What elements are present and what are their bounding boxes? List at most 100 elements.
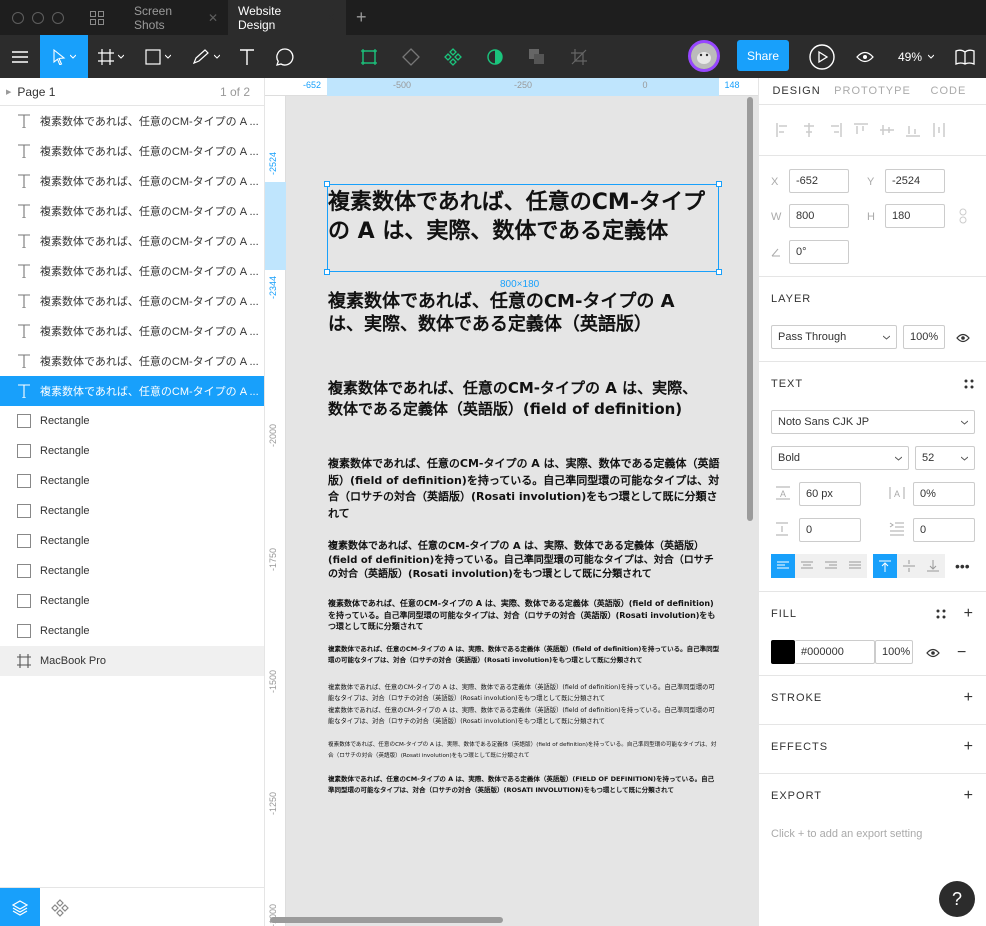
resize-handle[interactable]	[716, 269, 722, 275]
layer-row-rect[interactable]: Rectangle	[0, 406, 264, 436]
align-left-icon[interactable]	[773, 120, 793, 140]
text-layer-body[interactable]: 複素数体であれば、任意のCM-タイプの A は、実際、数体である定義体（英語版）…	[328, 705, 720, 727]
union-button[interactable]	[516, 35, 558, 78]
font-weight-select[interactable]: Bold	[771, 446, 909, 470]
vertical-align-top-button[interactable]	[873, 554, 897, 578]
layer-row-rect[interactable]: Rectangle	[0, 616, 264, 646]
text-styles-icon[interactable]	[964, 379, 974, 389]
boolean-button[interactable]	[390, 35, 432, 78]
tab-website-design[interactable]: Website Design ✕	[228, 0, 346, 35]
close-icon[interactable]: ✕	[326, 11, 336, 25]
remove-fill-minus-icon[interactable]: −	[957, 644, 966, 662]
vertical-align-middle-button[interactable]	[897, 554, 921, 578]
user-avatar[interactable]	[688, 40, 720, 72]
layer-row-text[interactable]: 複素数体であれば、任意のCM-タイプの A ...	[0, 226, 264, 256]
text-layer-h4[interactable]: 複素数体であれば、任意のCM-タイプの A は、実際、数体である定義体（英語版）…	[328, 456, 720, 522]
main-menu-icon[interactable]	[0, 35, 40, 78]
font-family-select[interactable]: Noto Sans CJK JP	[771, 410, 975, 434]
add-fill-plus-icon[interactable]: +	[964, 605, 974, 623]
eye-icon[interactable]	[956, 332, 970, 346]
present-button[interactable]	[806, 35, 838, 78]
resize-handle[interactable]	[324, 181, 330, 187]
align-right-icon[interactable]	[825, 120, 845, 140]
font-size-field[interactable]: 52	[915, 446, 975, 470]
help-button[interactable]: ?	[939, 881, 975, 917]
layer-row-text[interactable]: 複素数体であれば、任意のCM-タイプの A ...	[0, 166, 264, 196]
distribute-icon[interactable]	[929, 120, 949, 140]
mask-button[interactable]	[474, 35, 516, 78]
layer-row-text[interactable]: 複素数体であれば、任意のCM-タイプの A ...	[0, 196, 264, 226]
text-layer-overline[interactable]: 複素数体であれば、任意のCM-タイプの A は、実際、数体である定義体（英語版）…	[328, 774, 720, 796]
comment-tool-button[interactable]	[264, 35, 306, 78]
y-field[interactable]: -2524	[885, 169, 945, 193]
constrain-proportions-icon[interactable]	[959, 208, 967, 227]
file-browser-icon[interactable]	[90, 10, 104, 25]
letter-spacing-field[interactable]: 0%	[913, 482, 975, 506]
text-tool-button[interactable]	[230, 35, 264, 78]
text-layer-body[interactable]: 複素数体であれば、任意のCM-タイプの A は、実際、数体である定義体（英語版）…	[328, 644, 720, 666]
x-field[interactable]: -652	[789, 169, 849, 193]
text-layer-caption[interactable]: 複素数体であれば、任意のCM-タイプの A は、実際、数体である定義体（英語版）…	[328, 740, 720, 762]
text-align-center-button[interactable]	[795, 554, 819, 578]
blend-mode-select[interactable]: Pass Through	[771, 325, 897, 349]
text-align-left-button[interactable]	[771, 554, 795, 578]
close-window-button[interactable]	[12, 11, 24, 24]
text-align-justify-button[interactable]	[843, 554, 867, 578]
layer-row-text[interactable]: 複素数体であれば、任意のCM-タイプの A ...	[0, 316, 264, 346]
add-stroke-plus-icon[interactable]: +	[964, 689, 974, 707]
layer-opacity-field[interactable]: 100%	[903, 325, 945, 349]
minimize-window-button[interactable]	[32, 11, 44, 24]
move-tool-button[interactable]	[40, 35, 88, 78]
resize-handle[interactable]	[324, 269, 330, 275]
new-tab-plus-icon[interactable]: +	[356, 7, 367, 28]
layer-row-rect[interactable]: Rectangle	[0, 496, 264, 526]
tab-design[interactable]: DESIGN	[759, 78, 835, 104]
align-top-icon[interactable]	[851, 120, 871, 140]
text-layer-body[interactable]: 複素数体であれば、任意のCM-タイプの A は、実際、数体である定義体（英語版）…	[328, 682, 720, 704]
text-layer-h3[interactable]: 複素数体であれば、任意のCM-タイプの A は、実際、数体である定義体（英語版）…	[328, 378, 712, 420]
width-field[interactable]: 800	[789, 204, 849, 228]
layer-row-rect[interactable]: Rectangle	[0, 556, 264, 586]
library-button[interactable]	[952, 35, 978, 78]
text-layer-h6[interactable]: 複素数体であれば、任意のCM-タイプの A は、実際、数体である定義体（英語版）…	[328, 598, 720, 633]
layer-row-rect[interactable]: Rectangle	[0, 436, 264, 466]
text-align-right-button[interactable]	[819, 554, 843, 578]
layer-row-text[interactable]: 複素数体であれば、任意のCM-タイプの A ...	[0, 286, 264, 316]
height-field[interactable]: 180	[885, 204, 945, 228]
layer-row-text[interactable]: 複素数体であれば、任意のCM-タイプの A ...	[0, 376, 264, 406]
tab-prototype[interactable]: PROTOTYPE	[834, 78, 911, 104]
layer-row-text[interactable]: 複素数体であれば、任意のCM-タイプの A ...	[0, 136, 264, 166]
fill-opacity-field[interactable]: 100%	[875, 640, 913, 664]
styles-grid-icon[interactable]	[936, 609, 946, 619]
more-options-icon[interactable]: •••	[955, 558, 970, 574]
eye-icon[interactable]	[926, 647, 940, 661]
create-component-button[interactable]	[348, 35, 390, 78]
layers-tab-button[interactable]	[0, 888, 40, 926]
fill-hex-field[interactable]: #000000	[795, 640, 875, 664]
zoom-window-button[interactable]	[52, 11, 64, 24]
page-selector[interactable]: ▶ Page 1 1 of 2	[0, 78, 264, 106]
share-button[interactable]: Share	[737, 40, 789, 71]
align-center-h-icon[interactable]	[799, 120, 819, 140]
align-center-v-icon[interactable]	[877, 120, 897, 140]
fill-color-swatch[interactable]	[771, 640, 795, 664]
pen-tool-button[interactable]	[182, 35, 230, 78]
layer-row-rect[interactable]: Rectangle	[0, 586, 264, 616]
vertical-scrollbar[interactable]	[747, 97, 753, 521]
add-effect-plus-icon[interactable]: +	[964, 738, 974, 756]
add-export-plus-icon[interactable]: +	[964, 787, 974, 805]
layer-row-rect[interactable]: Rectangle	[0, 526, 264, 556]
frame-tool-button[interactable]	[88, 35, 134, 78]
layer-row-text[interactable]: 複素数体であれば、任意のCM-タイプの A ...	[0, 346, 264, 376]
layer-row-text[interactable]: 複素数体であれば、任意のCM-タイプの A ...	[0, 106, 264, 136]
horizontal-scrollbar[interactable]	[270, 917, 503, 923]
rotation-field[interactable]: 0°	[789, 240, 849, 264]
resize-handle[interactable]	[716, 181, 722, 187]
components-button[interactable]	[432, 35, 474, 78]
tab-code[interactable]: CODE	[911, 78, 986, 104]
layer-row-rect[interactable]: Rectangle	[0, 466, 264, 496]
text-layer-h2[interactable]: 複素数体であれば、任意のCM-タイプの A は、実際、数体である定義体（英語版）	[328, 290, 712, 336]
assets-tab-button[interactable]	[40, 888, 80, 926]
crop-button[interactable]	[558, 35, 600, 78]
tab-screen-shots[interactable]: Screen Shots ✕	[124, 0, 228, 35]
